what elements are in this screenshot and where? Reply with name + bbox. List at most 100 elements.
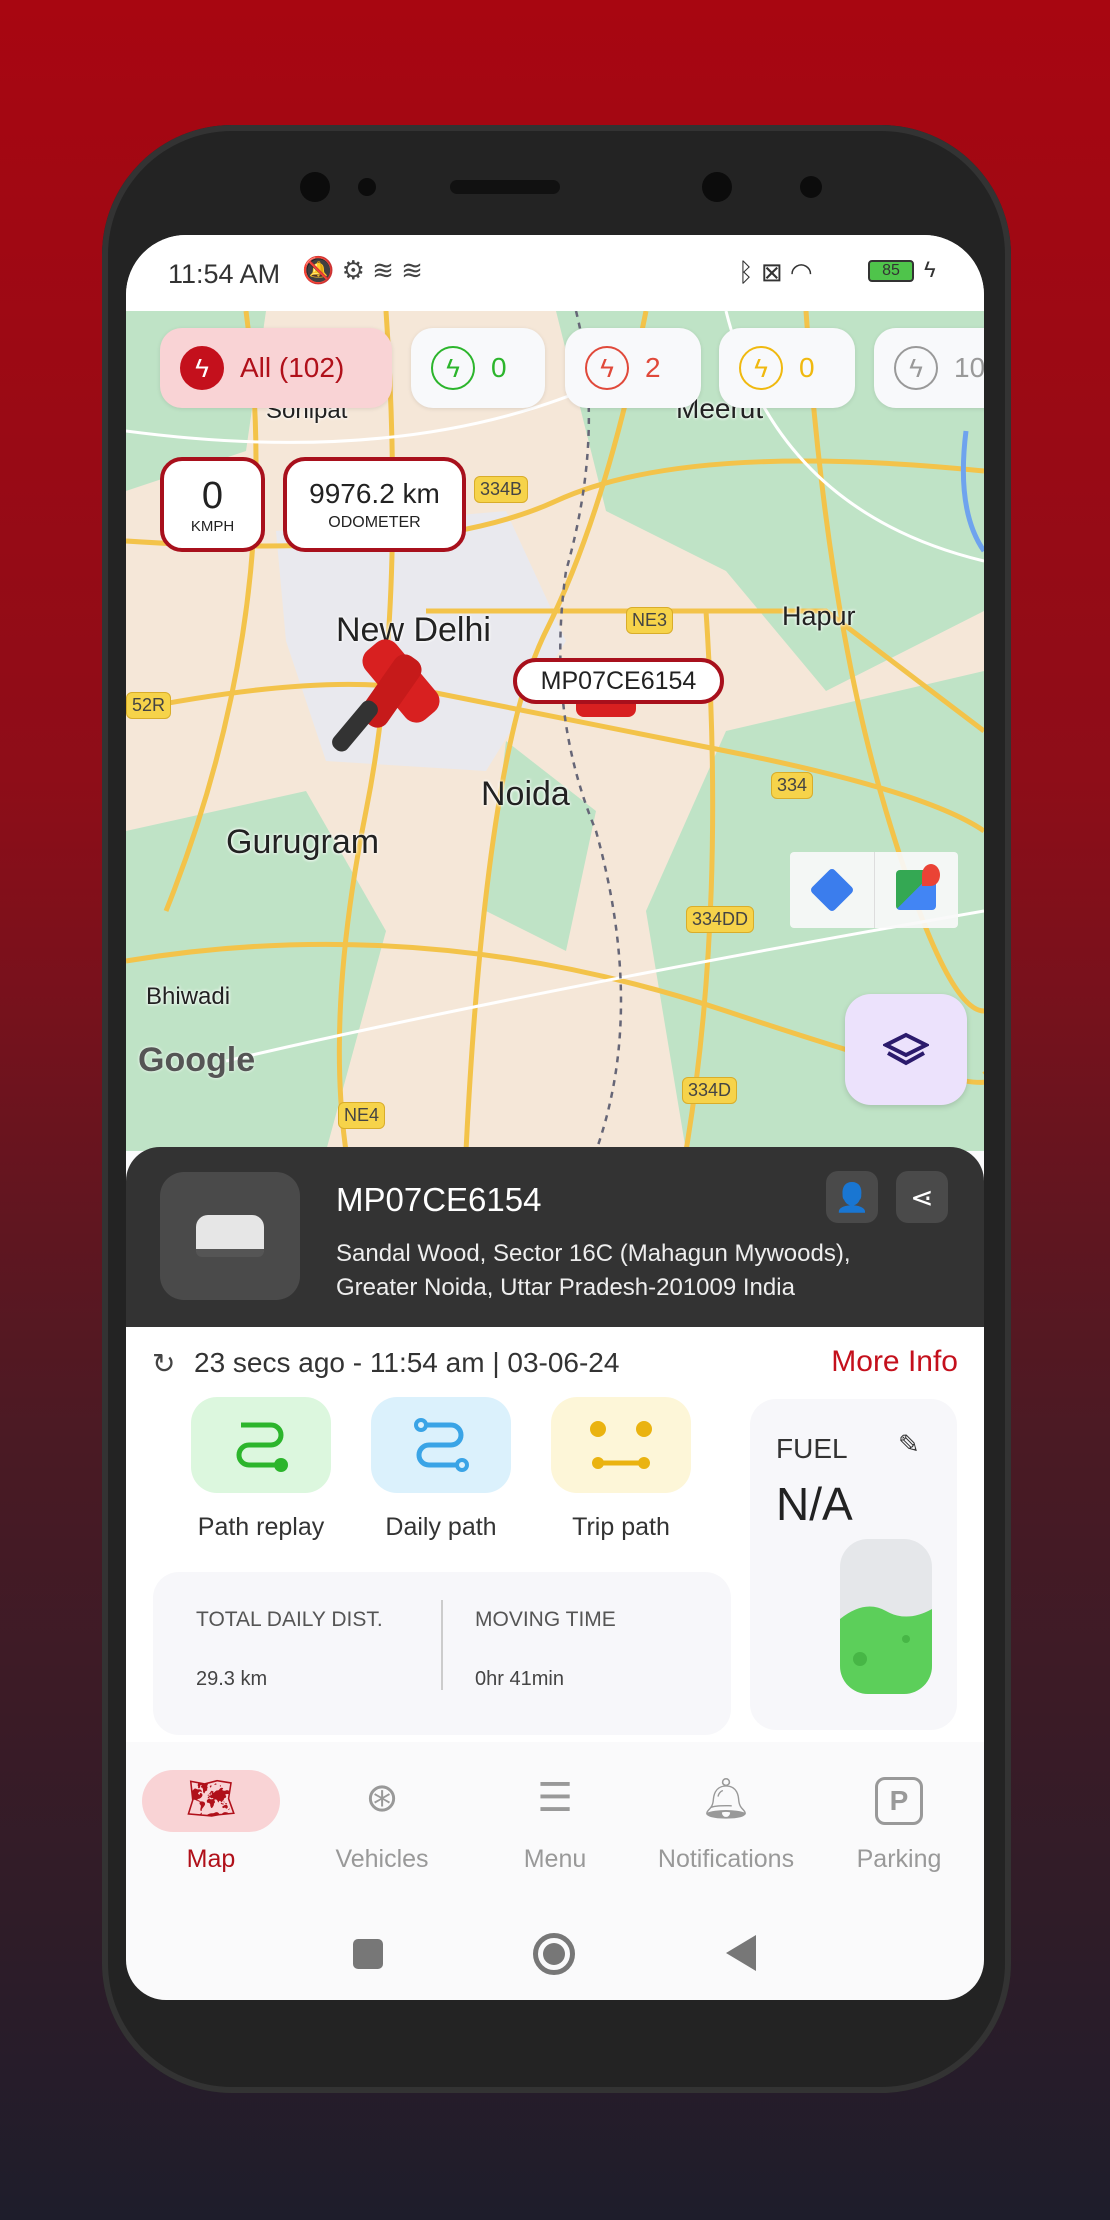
nav-notifications[interactable]: 🔔︎ Notifications	[641, 1745, 811, 1874]
back-button[interactable]	[726, 1935, 756, 1971]
speed-value: 0	[201, 474, 224, 517]
bolt-icon: ϟ	[739, 346, 783, 390]
battery-icon: 85	[868, 260, 914, 282]
action-label: Daily path	[385, 1513, 497, 1541]
history-icon: ↻	[152, 1348, 176, 1379]
vehicle-plate: MP07CE6154	[336, 1181, 542, 1218]
bell-icon: 🔔︎	[700, 1777, 752, 1821]
nav-parking[interactable]: P Parking	[814, 1745, 984, 1874]
home-button[interactable]	[533, 1933, 575, 1975]
moving-time-label: MOVING TIME	[475, 1608, 616, 1631]
address-line: Greater Noida, Uttar Pradesh-201009 Indi…	[336, 1274, 795, 1301]
edit-fuel-icon[interactable]: ✎	[898, 1429, 920, 1460]
status-bar: 11:54 AM 🔕 ⚙ ≋ ≋ ᛒ ⊠ ◠ 85 ϟ	[126, 235, 984, 311]
divider	[441, 1600, 443, 1690]
nav-label: Notifications	[657, 1845, 795, 1873]
place-label: Gurugram	[226, 823, 380, 861]
place-label: Bhiwadi	[146, 983, 231, 1010]
phone-sensors	[300, 172, 822, 202]
place-label: Hapur	[782, 601, 856, 631]
filter-chip-offline[interactable]: ϟ 10	[874, 328, 984, 408]
steering-wheel-icon: ⊛	[365, 1776, 399, 1820]
path-replay-action[interactable]: Path replay	[171, 1397, 351, 1542]
road-shield: 52R	[126, 692, 172, 719]
nav-label: Map	[186, 1845, 236, 1873]
action-label: Trip path	[572, 1513, 670, 1541]
daily-stats-panel: TOTAL DAILY DIST. 29.3 km MOVING TIME 0h…	[153, 1572, 731, 1735]
total-distance-label: TOTAL DAILY DIST.	[196, 1608, 383, 1631]
fuel-card: FUEL ✎ N/A	[750, 1399, 957, 1730]
filter-label: All (102)	[240, 352, 345, 383]
bolt-icon: ϟ	[180, 346, 224, 390]
recents-button[interactable]	[353, 1939, 383, 1969]
nav-vehicles[interactable]: ⊛ Vehicles	[297, 1745, 467, 1874]
directions-button[interactable]	[790, 852, 875, 928]
directions-icon	[809, 867, 855, 913]
driver-button[interactable]: 👤	[826, 1171, 878, 1223]
daily-path-action[interactable]: Daily path	[351, 1397, 531, 1542]
path-replay-icon	[236, 1422, 288, 1472]
road-shield: 334	[771, 772, 814, 799]
filter-chip-idle[interactable]: ϟ 0	[719, 328, 855, 408]
road-shield: 334DD	[686, 906, 755, 933]
odometer-box: 9976.2 km ODOMETER	[283, 457, 466, 552]
filter-chip-running[interactable]: ϟ 0	[411, 328, 545, 408]
layers-icon	[883, 1032, 929, 1065]
vehicle-map-label[interactable]: MP07CE6154	[513, 658, 724, 704]
car-icon	[196, 1215, 264, 1257]
bolt-icon: ϟ	[894, 346, 938, 390]
open-google-maps-button[interactable]	[875, 852, 959, 928]
vehicle-address: Sandal Wood, Sector 16C (Mahagun Mywoods…	[336, 1237, 851, 1305]
speed-box: 0 KMPH	[160, 457, 265, 552]
nav-label: Vehicles	[335, 1845, 429, 1873]
app-screen: 11:54 AM 🔕 ⚙ ≋ ≋ ᛒ ⊠ ◠ 85 ϟ Sonipat Meer…	[126, 235, 984, 2000]
filter-chip-stopped[interactable]: ϟ 2	[565, 328, 701, 408]
charging-icon: ϟ	[924, 257, 936, 282]
status-time: 11:54 AM	[168, 259, 281, 289]
daily-path-icon	[414, 1418, 469, 1472]
filter-chip-all[interactable]: ϟ All (102)	[160, 328, 392, 408]
trip-path-action[interactable]: Trip path	[531, 1397, 711, 1542]
address-line: Sandal Wood, Sector 16C (Mahagun Mywoods…	[336, 1240, 851, 1267]
filter-count: 10	[954, 352, 984, 383]
road-shield: 334D	[682, 1077, 738, 1104]
map-toolbar	[790, 852, 958, 928]
map-icon: 🗺	[185, 1777, 237, 1821]
share-button[interactable]: ⋖	[896, 1171, 948, 1223]
status-icons: 🔕 ⚙ ≋ ≋	[302, 255, 423, 285]
road-shield: 334B	[474, 476, 529, 503]
menu-icon: ☰	[537, 1776, 573, 1820]
fuel-tank-gauge	[840, 1539, 932, 1694]
fuel-label: FUEL	[776, 1433, 848, 1464]
road-shield: NE3	[626, 607, 674, 634]
odometer-label: ODOMETER	[328, 513, 421, 531]
nav-map[interactable]: 🗺 Map	[126, 1745, 296, 1874]
connectivity-icons: ᛒ ⊠ ◠	[738, 257, 813, 287]
fuel-value: N/A	[776, 1478, 853, 1530]
place-label: Noida	[481, 775, 570, 813]
filter-count: 2	[645, 352, 661, 383]
filter-count: 0	[491, 352, 507, 383]
road-shield: NE4	[338, 1102, 386, 1129]
speed-unit: KMPH	[190, 517, 235, 535]
more-info-link[interactable]: More Info	[831, 1345, 958, 1379]
odometer-value: 9976.2 km	[309, 477, 440, 509]
filter-count: 0	[799, 352, 815, 383]
action-label: Path replay	[197, 1513, 325, 1541]
bolt-icon: ϟ	[431, 346, 475, 390]
vehicle-card[interactable]: MP07CE6154 Sandal Wood, Sector 16C (Maha…	[126, 1147, 984, 1327]
google-logo: Google	[138, 1041, 256, 1079]
last-update-text: 23 secs ago - 11:54 am | 03-06-24	[194, 1347, 620, 1378]
driver-icon: 👤	[834, 1181, 870, 1213]
map-layers-button[interactable]	[845, 994, 967, 1105]
trip-path-icon	[590, 1421, 652, 1469]
google-maps-icon	[896, 864, 941, 910]
moving-time-value: 0hr 41min	[475, 1668, 564, 1690]
bolt-icon: ϟ	[585, 346, 629, 390]
nav-label: Menu	[523, 1845, 587, 1873]
nav-menu[interactable]: ☰ Menu	[470, 1745, 640, 1874]
parking-icon: P	[875, 1777, 923, 1825]
share-icon: ⋖	[910, 1181, 934, 1213]
map-view[interactable]: Sonipat Meerut New Delhi Hapur Noida Gur…	[126, 311, 984, 1151]
place-label: New Delhi	[336, 611, 491, 649]
